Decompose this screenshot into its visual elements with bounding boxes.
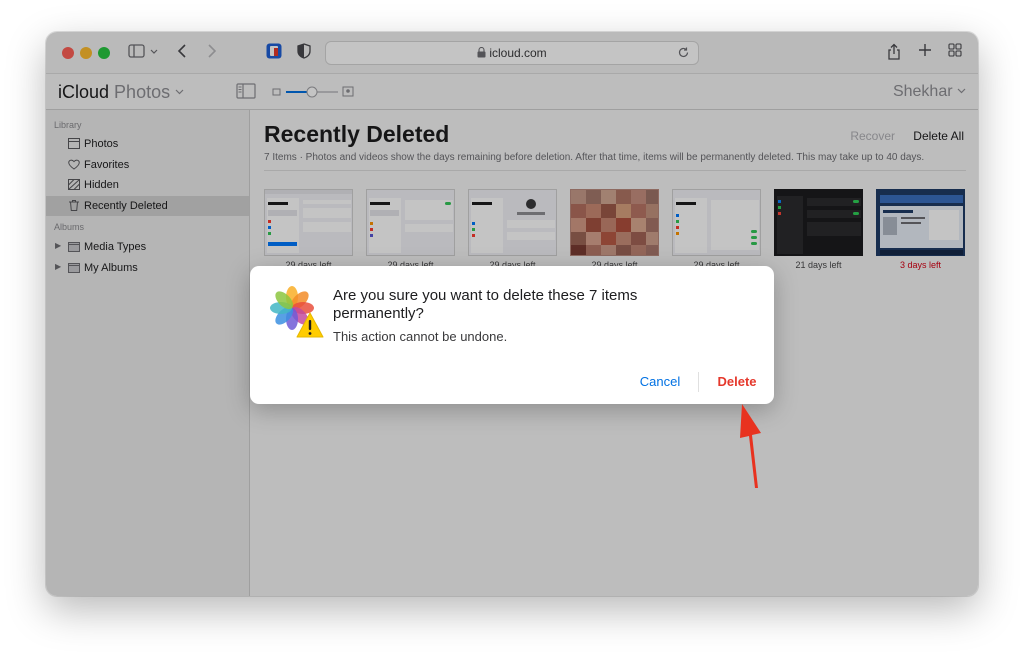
dialog-message: This action cannot be undone. [333, 329, 508, 344]
button-divider [698, 372, 699, 392]
cancel-button[interactable]: Cancel [624, 374, 696, 389]
photos-app-warning-icon [268, 284, 324, 340]
dialog-title: Are you sure you want to delete these 7 … [333, 287, 638, 322]
delete-confirmation-dialog: Are you sure you want to delete these 7 … [250, 266, 774, 404]
delete-button[interactable]: Delete [707, 374, 767, 389]
